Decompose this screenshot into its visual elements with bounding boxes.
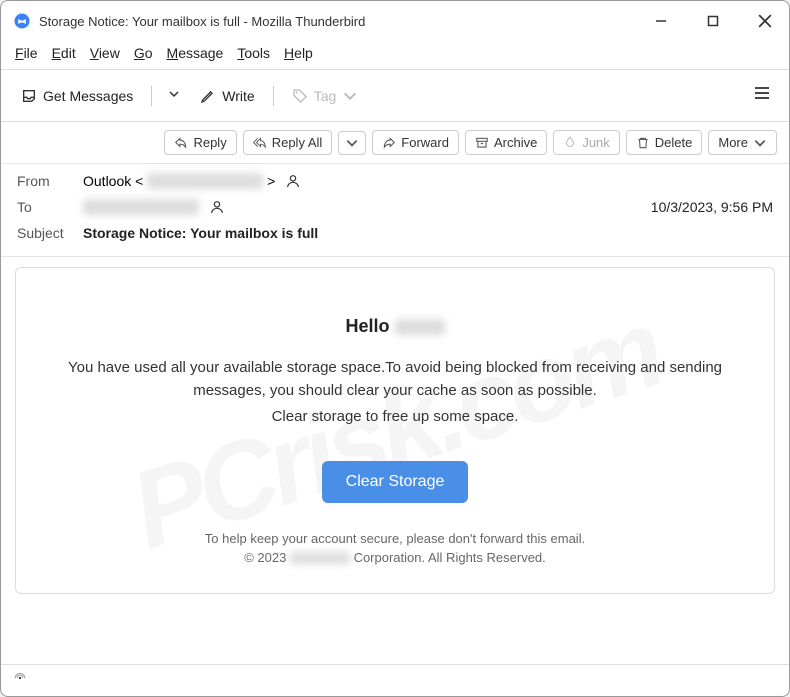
reply-all-label: Reply All <box>272 135 323 150</box>
inbox-icon <box>21 88 37 104</box>
junk-label: Junk <box>582 135 609 150</box>
connection-icon[interactable] <box>13 671 27 685</box>
pencil-icon <box>200 88 216 104</box>
menubar: File Edit View Go Message Tools Help <box>1 41 789 70</box>
body-line-1: You have used all your available storage… <box>54 357 736 402</box>
subject-label: Subject <box>17 225 73 241</box>
menu-help[interactable]: Help <box>284 45 313 61</box>
reply-all-dropdown[interactable] <box>338 131 366 155</box>
app-menu-button[interactable] <box>747 78 777 113</box>
more-label: More <box>718 135 748 150</box>
tag-button[interactable]: Tag <box>284 83 367 109</box>
message-datetime: 10/3/2023, 9:56 PM <box>651 199 773 215</box>
divider <box>273 86 274 106</box>
message-actions: Reply Reply All Forward Archive Junk Del… <box>1 122 789 164</box>
minimize-button[interactable] <box>649 9 673 33</box>
from-label: From <box>17 173 73 189</box>
email-footer: To help keep your account secure, please… <box>54 531 736 565</box>
message-body: PCrisk.com Hello You have used all your … <box>1 257 789 664</box>
thunderbird-icon <box>13 12 31 30</box>
delete-button[interactable]: Delete <box>626 130 703 155</box>
archive-label: Archive <box>494 135 537 150</box>
delete-label: Delete <box>655 135 693 150</box>
more-button[interactable]: More <box>708 130 777 155</box>
menu-edit[interactable]: Edit <box>52 45 76 61</box>
menu-icon <box>753 84 771 102</box>
contact-icon[interactable] <box>209 199 225 215</box>
trash-icon <box>636 136 650 150</box>
chevron-down-icon <box>753 136 767 150</box>
subject-value: Storage Notice: Your mailbox is full <box>83 225 318 241</box>
forward-button[interactable]: Forward <box>372 130 459 155</box>
message-headers: From Outlook < xxxxxxxxxxxxxxxx > To xxx… <box>1 164 789 257</box>
archive-icon <box>475 136 489 150</box>
clear-storage-button[interactable]: Clear Storage <box>322 461 469 503</box>
menu-go[interactable]: Go <box>134 45 153 61</box>
subject-row: Subject Storage Notice: Your mailbox is … <box>17 220 773 246</box>
maximize-button[interactable] <box>701 9 725 33</box>
tag-label: Tag <box>314 88 337 104</box>
statusbar <box>1 664 789 696</box>
divider <box>151 86 152 106</box>
menu-file[interactable]: File <box>15 45 38 61</box>
toolbar: Get Messages Write Tag <box>1 70 789 122</box>
junk-icon <box>563 136 577 150</box>
footer-line-2: © 2023 Corporation. All Rights Reserved. <box>54 550 736 565</box>
greeting: Hello <box>54 316 736 337</box>
forward-label: Forward <box>401 135 449 150</box>
redacted-email: xxxxxxxxxxxxxxxx <box>147 173 263 189</box>
redacted-name <box>395 319 445 335</box>
get-messages-label: Get Messages <box>43 88 133 104</box>
get-messages-dropdown[interactable] <box>162 82 186 110</box>
reply-icon <box>174 136 188 150</box>
email-content: PCrisk.com Hello You have used all your … <box>15 267 775 594</box>
titlebar: Storage Notice: Your mailbox is full - M… <box>1 1 789 41</box>
menu-message[interactable]: Message <box>167 45 224 61</box>
chevron-down-icon <box>345 136 359 150</box>
menu-view[interactable]: View <box>90 45 120 61</box>
close-button[interactable] <box>753 9 777 33</box>
footer-line-1: To help keep your account secure, please… <box>54 531 736 546</box>
get-messages-button[interactable]: Get Messages <box>13 83 141 109</box>
menu-tools[interactable]: Tools <box>237 45 270 61</box>
tag-icon <box>292 88 308 104</box>
reply-button[interactable]: Reply <box>164 130 236 155</box>
reply-all-button[interactable]: Reply All <box>243 130 333 155</box>
reply-all-icon <box>253 136 267 150</box>
chevron-down-icon <box>168 88 180 100</box>
reply-label: Reply <box>193 135 226 150</box>
write-button[interactable]: Write <box>192 83 262 109</box>
window-title: Storage Notice: Your mailbox is full - M… <box>39 14 649 29</box>
junk-button[interactable]: Junk <box>553 130 619 155</box>
write-label: Write <box>222 88 254 104</box>
archive-button[interactable]: Archive <box>465 130 547 155</box>
from-row: From Outlook < xxxxxxxxxxxxxxxx > <box>17 168 773 194</box>
chevron-down-icon <box>342 88 358 104</box>
from-value: Outlook < xxxxxxxxxxxxxxxx > <box>83 173 275 189</box>
forward-icon <box>382 136 396 150</box>
body-line-2: Clear storage to free up some space. <box>54 406 736 429</box>
to-label: To <box>17 199 73 215</box>
redacted-company <box>290 552 350 564</box>
to-row: To xxxxxxxxxxxxxxxx 10/3/2023, 9:56 PM <box>17 194 773 220</box>
contact-icon[interactable] <box>285 173 301 189</box>
redacted-recipient: xxxxxxxxxxxxxxxx <box>83 199 199 215</box>
